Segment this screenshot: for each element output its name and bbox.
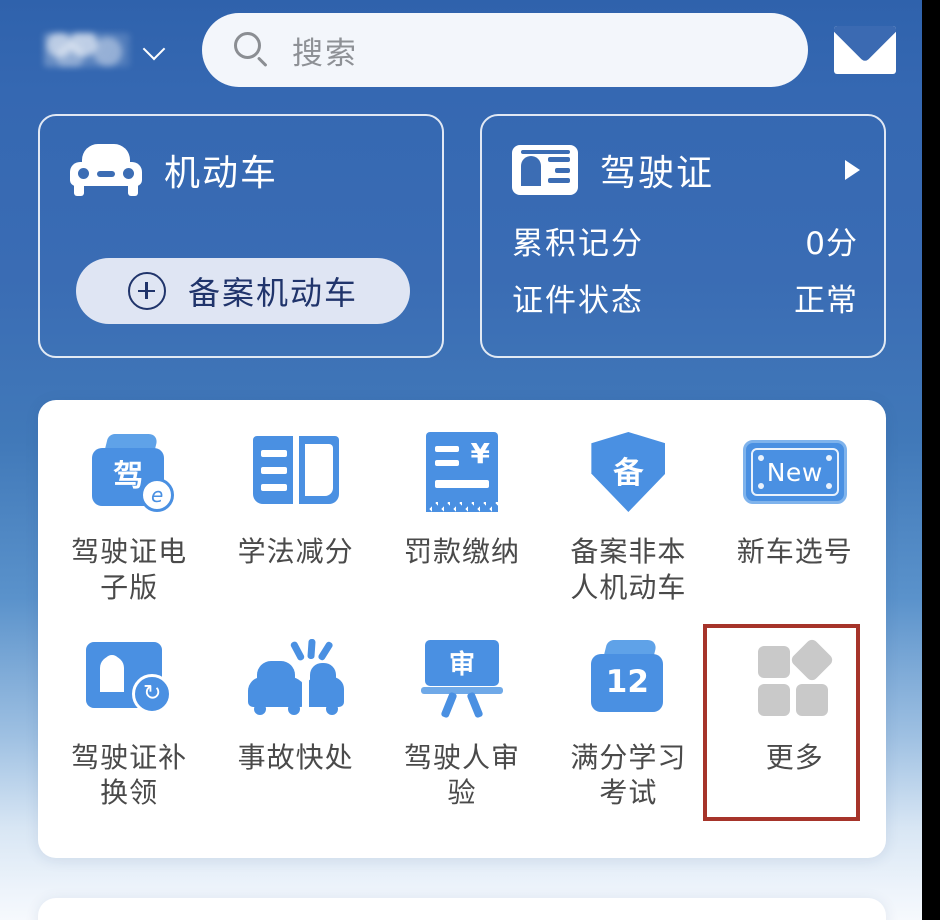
- service-label: 罚款缴纳: [403, 535, 520, 568]
- table-row: 证件状态 正常: [512, 275, 858, 320]
- service-label: 事故快处: [237, 740, 354, 774]
- driver-license-wallet-icon: 驾 e: [86, 426, 175, 518]
- more-grid-icon: [754, 632, 836, 724]
- vehicle-card-title: 机动车: [164, 153, 279, 194]
- chevron-right-icon[interactable]: [845, 160, 860, 180]
- status-label: 证件状态: [512, 283, 644, 319]
- app-viewport: 搜索 机动车 备案机动车 驾驶证 累积记分 0分 证件状态 正常 驾 e 驾驶证…: [0, 0, 922, 920]
- chevron-down-icon[interactable]: [142, 37, 168, 63]
- points-label: 累积记分: [512, 226, 644, 262]
- record-vehicle-button[interactable]: 备案机动车: [76, 258, 410, 324]
- driver-license-card-title: 驾驶证: [600, 153, 715, 194]
- twelve-points-wallet-icon: 12: [585, 632, 671, 724]
- crash-cars-icon: [244, 632, 348, 724]
- wallet-number: 12: [605, 664, 649, 701]
- service-item-record-other-vehicle[interactable]: 备 备案非本人机动车: [545, 400, 711, 606]
- envelope-icon[interactable]: [834, 26, 896, 74]
- open-book-icon: [252, 426, 339, 518]
- service-label: 满分学习考试: [570, 740, 687, 810]
- driver-license-card-header: 驾驶证: [482, 116, 884, 196]
- service-item-full-points-exam[interactable]: 12 满分学习考试: [545, 606, 711, 812]
- receipt-yen-icon: ¥: [425, 426, 498, 518]
- app-header: 搜索: [0, 0, 922, 100]
- plate-glyph: New: [766, 457, 823, 487]
- search-icon: [232, 30, 272, 70]
- service-item-driver-review[interactable]: 审 驾驶人审验: [379, 606, 545, 812]
- wallet-glyph: 驾: [113, 459, 144, 494]
- service-item-dl-electronic[interactable]: 驾 e 驾驶证电子版: [46, 400, 212, 606]
- id-card-icon: [512, 145, 578, 195]
- service-label: 备案非本人机动车: [570, 535, 687, 604]
- car-icon: [70, 144, 142, 196]
- city-name-redacted: [44, 33, 130, 67]
- driver-license-info-rows: 累积记分 0分 证件状态 正常: [482, 196, 884, 320]
- service-label: 新车选号: [736, 535, 853, 568]
- service-item-accident-quick[interactable]: 事故快处: [212, 606, 378, 812]
- services-row-2: ↻ 驾驶证补换领 事故快处 审 驾驶人审验 12 满分学习考试 更多: [38, 606, 886, 812]
- board-glyph: 审: [448, 650, 475, 681]
- service-label: 更多: [765, 740, 824, 774]
- exam-board-icon: 审: [419, 632, 505, 724]
- record-vehicle-label: 备案机动车: [187, 274, 358, 312]
- shield-record-icon: 备: [591, 426, 666, 518]
- next-section-card-partial: [38, 898, 886, 920]
- yen-glyph: ¥: [470, 437, 490, 470]
- license-plate-new-icon: New: [742, 426, 847, 518]
- search-placeholder: 搜索: [292, 35, 358, 72]
- license-renew-icon: ↻: [86, 632, 173, 724]
- screen-edge-letterbox: [922, 0, 940, 920]
- service-label: 驾驶证电子版: [71, 535, 188, 604]
- service-item-fine-payment[interactable]: ¥ 罚款缴纳: [379, 400, 545, 606]
- search-input[interactable]: 搜索: [202, 13, 808, 87]
- service-item-new-plate-select[interactable]: New 新车选号: [712, 400, 878, 606]
- vehicle-card[interactable]: 机动车 备案机动车: [38, 114, 444, 358]
- driver-license-card[interactable]: 驾驶证 累积记分 0分 证件状态 正常: [480, 114, 886, 358]
- shield-glyph: 备: [613, 456, 644, 491]
- service-item-more[interactable]: 更多: [712, 606, 878, 812]
- service-label: 学法减分: [237, 535, 354, 568]
- service-label: 驾驶人审验: [403, 740, 520, 810]
- service-item-dl-renew[interactable]: ↻ 驾驶证补换领: [46, 606, 212, 812]
- vehicle-card-header: 机动车: [40, 116, 442, 196]
- screenshot-root: 搜索 机动车 备案机动车 驾驶证 累积记分 0分 证件状态 正常 驾 e 驾驶证…: [0, 0, 940, 920]
- e-badge: e: [140, 478, 175, 512]
- city-selector[interactable]: [44, 33, 168, 67]
- services-grid-card: 驾 e 驾驶证电子版 学法减分 ¥ 罚款缴纳 备 备案非本人机动车 New 新车…: [38, 400, 886, 858]
- points-value: 0分: [805, 226, 858, 262]
- table-row: 累积记分 0分: [512, 218, 858, 263]
- service-item-study-points[interactable]: 学法减分: [212, 400, 378, 606]
- service-label: 驾驶证补换领: [71, 740, 188, 810]
- services-row-1: 驾 e 驾驶证电子版 学法减分 ¥ 罚款缴纳 备 备案非本人机动车 New 新车…: [38, 400, 886, 606]
- status-badge: 正常: [794, 283, 858, 319]
- plus-circle-icon: [127, 272, 166, 310]
- refresh-badge-icon: ↻: [132, 673, 173, 714]
